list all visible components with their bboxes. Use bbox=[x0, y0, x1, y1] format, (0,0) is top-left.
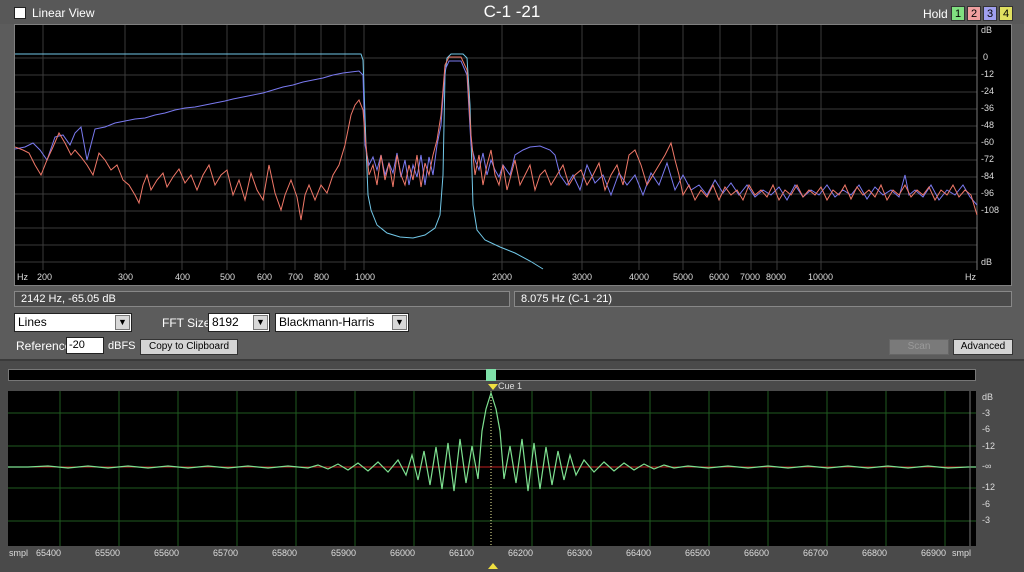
spectrum-x-tick: 1000 bbox=[355, 272, 376, 282]
copy-to-clipboard-button[interactable]: Copy to Clipboard bbox=[140, 339, 238, 355]
waveform-y-tick: -3 bbox=[982, 408, 991, 418]
spectrum-y-unit: dB bbox=[981, 25, 993, 35]
chevron-down-icon[interactable]: ▼ bbox=[115, 315, 130, 330]
spectrum-x-tick: 3000 bbox=[572, 272, 593, 282]
waveform-x-tick: 66900 bbox=[921, 548, 947, 558]
spectrum-y-tick: -72 bbox=[981, 154, 995, 164]
spectrum-x-unit: Hz bbox=[17, 272, 28, 282]
waveform-y-tick: -6 bbox=[982, 499, 991, 509]
spectrum-series-blue bbox=[15, 60, 978, 206]
waveform-y-tick: -∞ bbox=[982, 461, 992, 471]
spectrum-y-tick: 0 bbox=[983, 52, 989, 62]
spectrum-x-tick: 200 bbox=[37, 272, 53, 282]
spectrum-x-tick: 10000 bbox=[808, 272, 834, 282]
chevron-down-icon[interactable]: ▼ bbox=[253, 315, 268, 330]
play-position-marker-icon[interactable] bbox=[488, 563, 498, 569]
waveform-plot[interactable]: dB -3 -6 -12 -∞ -12 -6 -3 bbox=[8, 391, 995, 546]
spectrum-graph bbox=[15, 25, 978, 270]
waveform-x-tick: 66700 bbox=[803, 548, 829, 558]
spectrum-y-tick: -84 bbox=[981, 171, 995, 181]
fft-size-select[interactable]: 8192 ▼ bbox=[208, 313, 270, 332]
hold-button-3[interactable]: 3 bbox=[983, 6, 997, 21]
spectrum-x-tick: 500 bbox=[220, 272, 236, 282]
waveform-x-tick: 66200 bbox=[508, 548, 534, 558]
waveform-x-tick: 65400 bbox=[36, 548, 62, 558]
scan-button[interactable]: Scan bbox=[889, 339, 949, 355]
spectrum-series-red bbox=[15, 56, 978, 221]
spectrum-y-tick: -12 bbox=[981, 69, 995, 79]
fft-size-value: 8192 bbox=[212, 315, 239, 329]
spectrum-x-tick: 2000 bbox=[492, 272, 513, 282]
window-title: C-1 -21 bbox=[483, 2, 541, 21]
spectrum-x-tick: 300 bbox=[118, 272, 134, 282]
cursor-readout: 2142 Hz, -65.05 dB bbox=[14, 291, 510, 307]
waveform-x-tick: 65900 bbox=[331, 548, 357, 558]
waveform-x-tick: 66800 bbox=[862, 548, 888, 558]
filter-response-curve bbox=[15, 53, 544, 270]
waveform-y-tick: -12 bbox=[982, 441, 996, 451]
waveform-x-tick: 66300 bbox=[567, 548, 593, 558]
waveform-grid bbox=[8, 391, 976, 546]
cue-label: Cue 1 bbox=[498, 381, 523, 391]
spectrum-grid bbox=[15, 25, 977, 270]
spectrum-analyzer-window: Linear View C-1 -21 Hold 1 2 3 4 dB 0 -1… bbox=[0, 0, 1024, 572]
waveform-x-unit: smpl bbox=[9, 548, 29, 558]
spectrum-y-tick: -108 bbox=[981, 205, 1000, 215]
waveform-y-tick: -3 bbox=[982, 515, 991, 525]
waveform-y-tick: -6 bbox=[982, 424, 991, 434]
waveform-x-tick: 66600 bbox=[744, 548, 770, 558]
spectrum-x-tick: 800 bbox=[314, 272, 330, 282]
reference-unit: dBFS bbox=[108, 340, 136, 352]
spectrum-y-unit-bottom: dB bbox=[981, 257, 993, 267]
waveform-x-unit-right: smpl bbox=[952, 548, 972, 558]
spectrum-x-tick: 400 bbox=[175, 272, 191, 282]
spectrum-plot[interactable]: dB 0 -12 -24 -36 -48 -60 -72 -84 -96 -10… bbox=[14, 24, 1012, 286]
reference-input[interactable]: -20 bbox=[66, 337, 104, 354]
spectrum-x-tick: 4000 bbox=[629, 272, 650, 282]
spectrum-y-tick: -48 bbox=[981, 120, 995, 130]
waveform-x-tick: 65600 bbox=[154, 548, 180, 558]
spectrum-y-tick: -96 bbox=[981, 188, 995, 198]
hold-label: Hold bbox=[923, 7, 948, 21]
cue-marker-icon[interactable] bbox=[488, 384, 498, 390]
chevron-down-icon[interactable]: ▼ bbox=[392, 315, 407, 330]
window-function-select[interactable]: Blackmann-Harris ▼ bbox=[275, 313, 409, 332]
spectrum-x-unit-right: Hz bbox=[965, 272, 976, 282]
waveform-y-tick: -12 bbox=[982, 482, 996, 492]
reference-label: Reference bbox=[16, 339, 72, 353]
waveform-x-tick: 66100 bbox=[449, 548, 475, 558]
waveform-trace bbox=[8, 391, 976, 492]
advanced-button[interactable]: Advanced bbox=[953, 339, 1013, 355]
hold-button-1[interactable]: 1 bbox=[951, 6, 965, 21]
window-function-value: Blackmann-Harris bbox=[279, 315, 375, 329]
waveform-x-tick: 65800 bbox=[272, 548, 298, 558]
spectrum-x-tick: 700 bbox=[288, 272, 304, 282]
waveform-y-tick: dB bbox=[982, 392, 994, 402]
peak-readout: 8.075 Hz (C-1 -21) bbox=[514, 291, 1012, 307]
spectrum-y-tick: -60 bbox=[981, 137, 995, 147]
hold-button-2[interactable]: 2 bbox=[967, 6, 981, 21]
spectrum-x-tick: 7000 bbox=[740, 272, 761, 282]
fft-size-label: FFT Size bbox=[162, 316, 211, 330]
display-mode-select[interactable]: Lines ▼ bbox=[14, 313, 132, 332]
spectrum-x-tick: 8000 bbox=[766, 272, 787, 282]
waveform-x-tick: 65500 bbox=[95, 548, 121, 558]
waveform-x-tick: 66500 bbox=[685, 548, 711, 558]
hold-button-4[interactable]: 4 bbox=[999, 6, 1013, 21]
spectrum-x-tick: 6000 bbox=[709, 272, 730, 282]
spectrum-y-tick: -24 bbox=[981, 86, 995, 96]
waveform-graph bbox=[8, 391, 976, 546]
spectrum-y-tick: -36 bbox=[981, 103, 995, 113]
waveform-x-tick: 66000 bbox=[390, 548, 416, 558]
display-mode-value: Lines bbox=[18, 315, 47, 329]
spectrum-x-tick: 600 bbox=[257, 272, 273, 282]
spectrum-x-tick: 5000 bbox=[673, 272, 694, 282]
overview-position-handle[interactable] bbox=[486, 369, 496, 381]
waveform-x-tick: 65700 bbox=[213, 548, 239, 558]
waveform-x-tick: 66400 bbox=[626, 548, 652, 558]
